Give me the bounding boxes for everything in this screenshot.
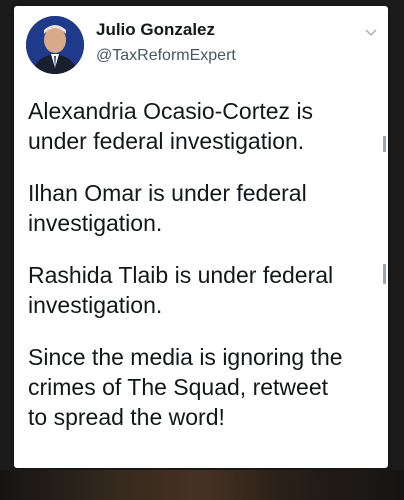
avatar-photo-icon [26, 16, 84, 74]
tweet-line: investigation. [28, 292, 163, 318]
scrollbar-tick [383, 136, 386, 152]
tweet-line: crimes of The Squad, retweet [28, 374, 328, 400]
tweet-text: Alexandria Ocasio-Cortez is under federa… [28, 96, 380, 454]
scrollbar-tick [383, 264, 386, 284]
avatar[interactable] [26, 16, 84, 74]
tweet-header: Julio Gonzalez @TaxReformExpert [14, 6, 388, 84]
tweet-line: Alexandria Ocasio-Cortez is [28, 98, 314, 124]
tweet-line: Rashida Tlaib is under federal [28, 262, 334, 288]
tweet-line: to spread the word! [28, 404, 225, 430]
tweet-paragraph: Since the media is ignoring the crimes o… [28, 342, 380, 432]
tweet-line: Since the media is ignoring the [28, 344, 343, 370]
chevron-down-icon[interactable] [364, 28, 378, 38]
tweet-line: investigation. [28, 210, 163, 236]
user-handle[interactable]: @TaxReformExpert [96, 46, 236, 66]
tweet-paragraph: Rashida Tlaib is under federal investiga… [28, 260, 380, 320]
tweet-card[interactable]: Julio Gonzalez @TaxReformExpert Alexandr… [14, 6, 388, 468]
screenshot-frame: Julio Gonzalez @TaxReformExpert Alexandr… [0, 0, 404, 500]
tweet-paragraph: Alexandria Ocasio-Cortez is under federa… [28, 96, 380, 156]
tweet-paragraph: Ilhan Omar is under federal investigatio… [28, 178, 380, 238]
tweet-line: under federal investigation. [28, 128, 305, 154]
tweet-line: Ilhan Omar is under federal [28, 180, 307, 206]
background-strip [0, 470, 404, 500]
author-names: Julio Gonzalez @TaxReformExpert [96, 20, 236, 66]
display-name[interactable]: Julio Gonzalez [96, 20, 236, 40]
